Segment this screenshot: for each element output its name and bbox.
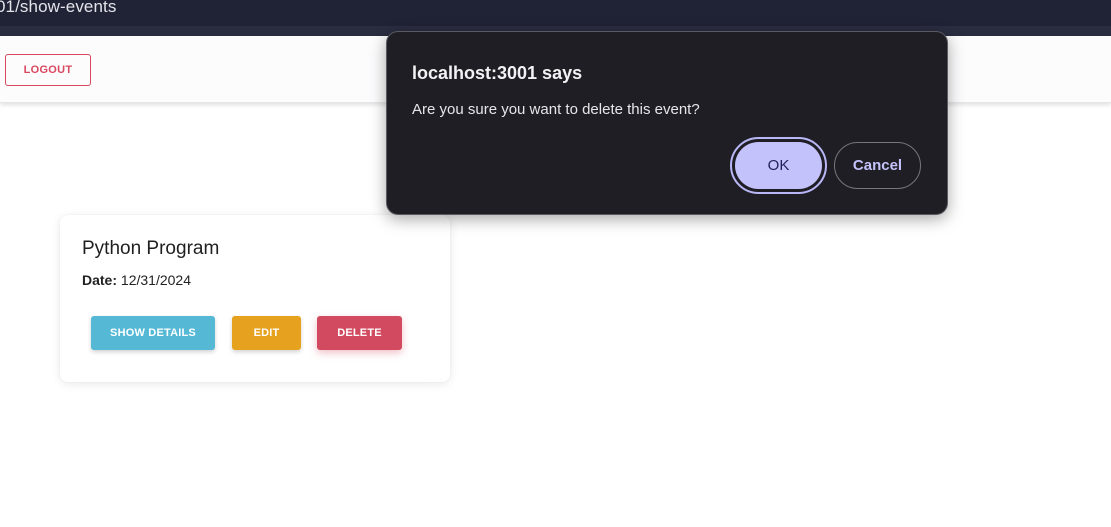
dialog-title: localhost:3001 says bbox=[412, 63, 583, 83]
delete-button[interactable]: DELETE bbox=[317, 316, 402, 350]
event-card: Python Program Date: 12/31/2024 SHOW DET… bbox=[60, 215, 450, 382]
edit-button[interactable]: EDIT bbox=[232, 316, 301, 350]
cancel-button[interactable]: Cancel bbox=[834, 142, 921, 189]
event-title: Python Program bbox=[82, 238, 220, 259]
page: 01/show-events LOGOUT Python Program Dat… bbox=[0, 0, 1111, 527]
event-date: Date: 12/31/2024 bbox=[82, 272, 191, 288]
ok-button[interactable]: OK bbox=[735, 142, 822, 189]
dialog-message: Are you sure you want to delete this eve… bbox=[412, 101, 700, 118]
url-text[interactable]: 01/show-events bbox=[0, 0, 116, 17]
logout-button[interactable]: LOGOUT bbox=[5, 54, 91, 86]
confirm-dialog: localhost:3001 says Are you sure you wan… bbox=[386, 31, 948, 215]
event-date-value: 12/31/2024 bbox=[120, 272, 191, 288]
event-date-label: Date: bbox=[82, 272, 118, 288]
show-details-button[interactable]: SHOW DETAILS bbox=[91, 316, 215, 350]
